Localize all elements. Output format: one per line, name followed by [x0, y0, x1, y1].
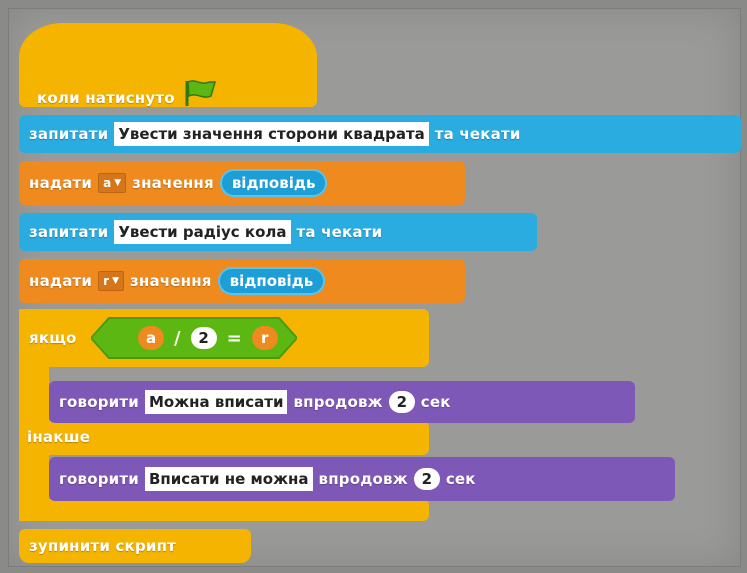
variable-name: a [103, 176, 112, 190]
set-verb: надати [29, 174, 93, 192]
set-middle: значення [129, 272, 212, 290]
ask-and-wait-block-1[interactable]: запитати Увести значення сторони квадрат… [19, 115, 741, 153]
equals-operator: = [226, 327, 242, 349]
green-flag-icon [185, 80, 216, 106]
set-variable-block-1[interactable]: надати a ▼ значення відповідь [19, 161, 465, 205]
say-for-secs-block-2[interactable]: говорити Вписати не можна впродовж 2 сек [49, 457, 675, 501]
ask-question-input[interactable]: Увести значення сторони квадрата [114, 122, 429, 146]
if-else-bottom-arm [19, 499, 429, 521]
say-text-input[interactable]: Вписати не можна [145, 467, 313, 491]
say-verb: говорити [59, 470, 139, 488]
variable-dropdown[interactable]: a ▼ [98, 173, 127, 193]
ask-verb: запитати [29, 125, 109, 143]
say-middle: впродовж [318, 470, 408, 488]
set-verb: надати [29, 272, 93, 290]
variable-dropdown[interactable]: r ▼ [98, 271, 124, 291]
say-for-secs-block-1[interactable]: говорити Можна вписати впродовж 2 сек [49, 381, 635, 423]
when-flag-clicked-block[interactable]: коли натиснуто [19, 23, 317, 107]
stop-label: зупинити скрипт [29, 537, 177, 555]
caret-down-icon: ▼ [114, 178, 122, 188]
seconds-input[interactable]: 2 [388, 391, 415, 413]
say-middle: впродовж [293, 393, 383, 411]
answer-reporter[interactable]: відповідь [219, 169, 328, 197]
variable-name: r [103, 274, 110, 288]
ask-and-wait-block-2[interactable]: запитати Увести радіус кола та чекати [19, 213, 537, 251]
script-area: коли натиснуто запитати Увести значення … [8, 8, 741, 567]
stop-script-block[interactable]: зупинити скрипт [19, 529, 251, 563]
divisor-input[interactable]: 2 [190, 327, 217, 349]
hat-label: коли натиснуто [37, 89, 175, 107]
say-unit: сек [420, 393, 451, 411]
if-label: якщо [29, 329, 77, 347]
set-variable-block-2[interactable]: надати r ▼ значення відповідь [19, 259, 465, 303]
condition-contents: a / 2 = r [124, 318, 324, 358]
else-label-wrap: інакше [27, 427, 90, 451]
ask-question-input[interactable]: Увести радіус кола [114, 220, 291, 244]
say-unit: сек [445, 470, 476, 488]
variable-reporter-r[interactable]: r [251, 326, 278, 350]
say-verb: говорити [59, 393, 139, 411]
ask-suffix: та чекати [434, 125, 521, 143]
answer-reporter[interactable]: відповідь [217, 267, 326, 295]
ask-suffix: та чекати [296, 223, 383, 241]
ask-verb: запитати [29, 223, 109, 241]
seconds-input[interactable]: 2 [413, 468, 440, 490]
variable-reporter-a[interactable]: a [138, 326, 164, 350]
divide-operator: / [174, 327, 181, 349]
say-text-input[interactable]: Можна вписати [145, 390, 288, 414]
else-label: інакше [27, 428, 91, 446]
set-middle: значення [132, 174, 214, 192]
caret-down-icon: ▼ [112, 276, 119, 286]
